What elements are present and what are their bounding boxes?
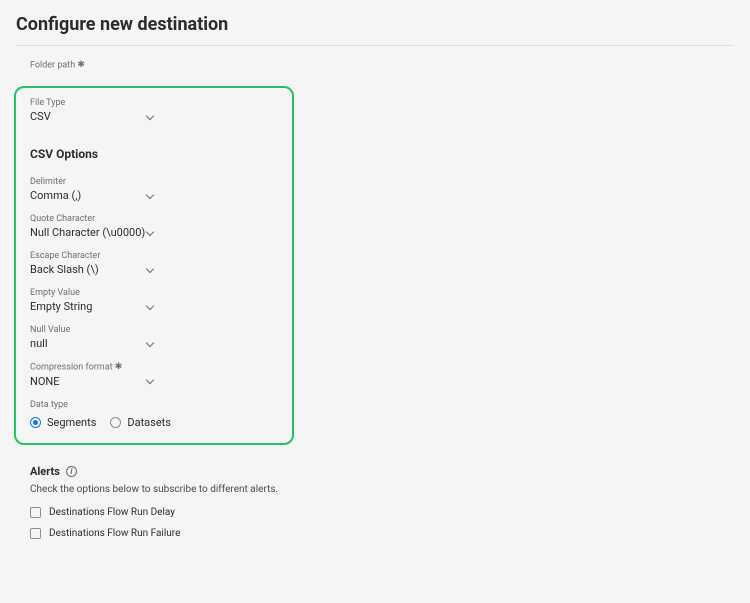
null-value-select[interactable]: null bbox=[30, 337, 155, 350]
escape-char-value: Back Slash (\) bbox=[30, 263, 99, 276]
alerts-section: Alerts i Check the options below to subs… bbox=[0, 445, 750, 539]
alerts-title: Alerts bbox=[30, 465, 60, 478]
quote-char-select[interactable]: Null Character (\u0000) bbox=[30, 226, 155, 239]
delimiter-field: Delimiter Comma (,) bbox=[30, 177, 278, 202]
info-icon[interactable]: i bbox=[66, 466, 77, 477]
escape-char-select[interactable]: Back Slash (\) bbox=[30, 263, 155, 276]
null-value-field: Null Value null bbox=[30, 325, 278, 350]
chevron-down-icon bbox=[146, 302, 154, 310]
checkbox-label: Destinations Flow Run Failure bbox=[49, 528, 180, 539]
null-value-label: Null Value bbox=[30, 325, 278, 335]
compression-select[interactable]: NONE bbox=[30, 375, 155, 388]
delimiter-label: Delimiter bbox=[30, 177, 278, 187]
empty-value-select[interactable]: Empty String bbox=[30, 300, 155, 313]
chevron-down-icon bbox=[146, 376, 154, 384]
file-type-value: CSV bbox=[30, 110, 51, 123]
compression-value: NONE bbox=[30, 375, 60, 388]
data-type-field: Data type Segments Datasets bbox=[30, 400, 278, 429]
data-type-datasets[interactable]: Datasets bbox=[110, 416, 171, 429]
radio-label: Segments bbox=[47, 416, 96, 429]
chevron-down-icon bbox=[146, 228, 154, 236]
csv-config-highlight: File Type CSV CSV Options Delimiter Comm… bbox=[14, 86, 294, 444]
delimiter-select[interactable]: Comma (,) bbox=[30, 189, 155, 202]
checkbox-label: Destinations Flow Run Delay bbox=[49, 507, 175, 518]
empty-value-field: Empty Value Empty String bbox=[30, 288, 278, 313]
null-value-value: null bbox=[30, 337, 48, 350]
data-type-label: Data type bbox=[30, 400, 278, 410]
page-title: Configure new destination bbox=[0, 0, 750, 45]
radio-icon bbox=[110, 417, 121, 428]
alert-flow-run-failure[interactable]: Destinations Flow Run Failure bbox=[30, 528, 750, 539]
csv-options-heading: CSV Options bbox=[30, 147, 278, 161]
radio-icon bbox=[30, 417, 41, 428]
folder-path-label: Folder path ✱ bbox=[0, 46, 750, 76]
alerts-subtitle: Check the options below to subscribe to … bbox=[30, 484, 750, 495]
file-type-label: File Type bbox=[30, 98, 278, 108]
chevron-down-icon bbox=[146, 191, 154, 199]
escape-char-field: Escape Character Back Slash (\) bbox=[30, 251, 278, 276]
chevron-down-icon bbox=[146, 112, 154, 120]
required-asterisk: ✱ bbox=[77, 60, 85, 70]
data-type-radio-group: Segments Datasets bbox=[30, 416, 278, 429]
chevron-down-icon bbox=[146, 339, 154, 347]
quote-char-value: Null Character (\u0000) bbox=[30, 226, 145, 239]
checkbox-icon bbox=[30, 507, 41, 518]
escape-char-label: Escape Character bbox=[30, 251, 278, 261]
quote-char-label: Quote Character bbox=[30, 214, 278, 224]
file-type-select[interactable]: CSV bbox=[30, 110, 155, 123]
empty-value-label: Empty Value bbox=[30, 288, 278, 298]
alert-flow-run-delay[interactable]: Destinations Flow Run Delay bbox=[30, 507, 750, 518]
radio-label: Datasets bbox=[127, 416, 171, 429]
quote-char-field: Quote Character Null Character (\u0000) bbox=[30, 214, 278, 239]
alerts-header: Alerts i bbox=[30, 465, 750, 478]
checkbox-icon bbox=[30, 528, 41, 539]
file-type-field: File Type CSV bbox=[30, 98, 278, 123]
empty-value-value: Empty String bbox=[30, 300, 92, 313]
data-type-segments[interactable]: Segments bbox=[30, 416, 96, 429]
required-asterisk: ✱ bbox=[115, 362, 123, 372]
delimiter-value: Comma (,) bbox=[30, 189, 81, 202]
compression-label: Compression format ✱ bbox=[30, 362, 278, 372]
compression-field: Compression format ✱ NONE bbox=[30, 362, 278, 387]
chevron-down-icon bbox=[146, 265, 154, 273]
